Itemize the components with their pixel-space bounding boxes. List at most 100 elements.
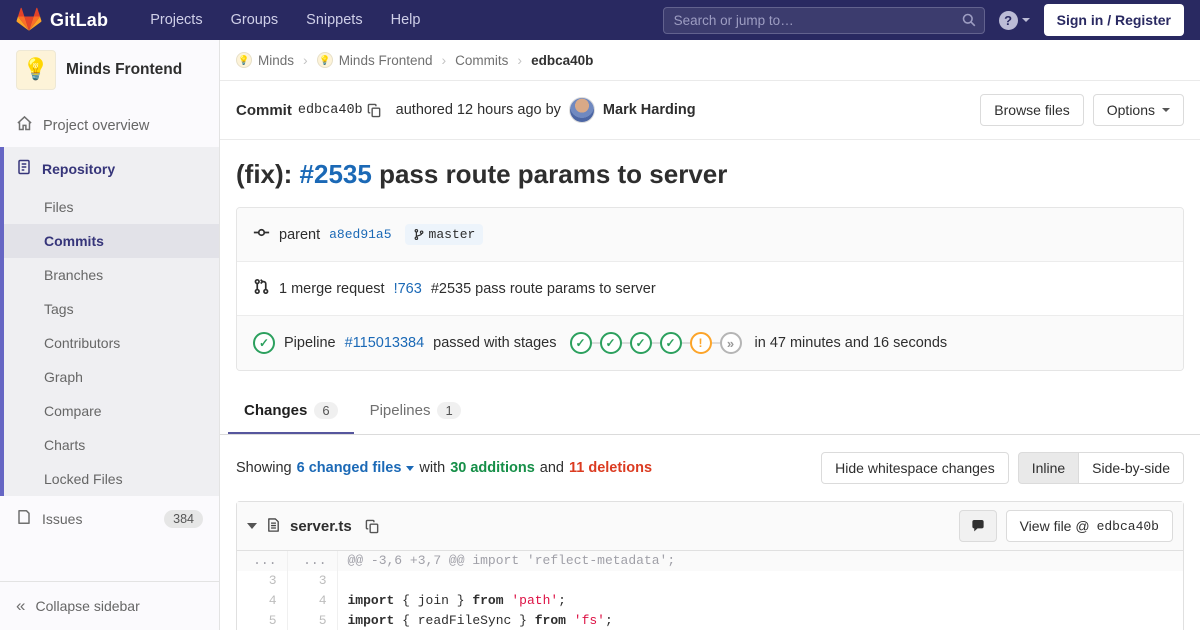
commit-header: Commit edbca40b authored 12 hours ago by…	[220, 81, 1200, 140]
stage-skipped-icon[interactable]: »	[719, 332, 742, 354]
tab-pipelines[interactable]: Pipelines 1	[354, 389, 477, 434]
sidebar-item-commits[interactable]: Commits	[4, 224, 219, 258]
breadcrumb-separator: ›	[303, 52, 308, 68]
chevron-down-icon	[406, 465, 415, 471]
merge-request-icon	[253, 278, 270, 299]
chevron-down-icon	[1162, 108, 1170, 112]
diff-line-row: 4 4 import { join } from 'path';	[237, 591, 1183, 611]
view-file-button[interactable]: View file @ edbca40b	[1005, 510, 1173, 542]
sidebar-item-label: Repository	[42, 160, 116, 177]
project-context-header[interactable]: 💡 Minds Frontend	[0, 40, 219, 104]
inline-view-button[interactable]: Inline	[1017, 452, 1080, 484]
project-avatar: 💡	[16, 50, 56, 90]
sidebar-section-repository: Repository Files Commits Branches Tags C…	[0, 147, 219, 496]
collapse-chevrons-icon: «	[16, 596, 26, 615]
nav-groups[interactable]: Groups	[231, 12, 279, 28]
breadcrumb: 💡 Minds › 💡 Minds Frontend › Commits › e…	[220, 40, 1200, 81]
copy-icon	[367, 103, 381, 117]
search-input[interactable]	[662, 6, 985, 34]
sidebar-item-tags[interactable]: Tags	[4, 292, 219, 326]
stage-passed-icon[interactable]: ✓	[629, 332, 652, 354]
main-content: 💡 Minds › 💡 Minds Frontend › Commits › e…	[220, 0, 1200, 630]
hide-whitespace-button[interactable]: Hide whitespace changes	[821, 452, 1009, 484]
sidebar-item-issues[interactable]: Issues 384	[0, 496, 219, 541]
diff-file-server-ts: server.ts View file @ edbca40b ... ... @…	[236, 501, 1184, 630]
pipeline-row: ✓ Pipeline #115013384 passed with stages…	[237, 315, 1183, 370]
side-by-side-view-button[interactable]: Side-by-side	[1078, 452, 1184, 484]
merge-request-link[interactable]: !763	[394, 281, 422, 297]
search-icon[interactable]	[961, 12, 977, 31]
sidebar-item-project-overview[interactable]: Project overview	[0, 104, 219, 147]
project-avatar-small: 💡	[316, 52, 333, 68]
sidebar-item-files[interactable]: Files	[4, 190, 219, 224]
changed-files-dropdown[interactable]: 6 changed files	[297, 460, 415, 476]
view-mode-toggle: Inline Side-by-side	[1017, 452, 1184, 484]
sidebar-item-graph[interactable]: Graph	[4, 360, 219, 394]
author-name[interactable]: Mark Harding	[603, 102, 696, 118]
deletions-count: 11 deletions	[569, 460, 653, 476]
old-line-number[interactable]: 4	[237, 591, 288, 611]
stage-warning-icon[interactable]: !	[689, 332, 712, 354]
gitlab-brand[interactable]: GitLab	[16, 6, 108, 35]
old-line-number[interactable]: 5	[237, 611, 288, 630]
sidebar-item-label: Issues	[42, 510, 83, 527]
global-search	[662, 6, 985, 34]
parent-label: parent	[279, 226, 321, 243]
new-line-number[interactable]: 4	[287, 591, 338, 611]
sidebar-item-repository[interactable]: Repository	[4, 147, 219, 190]
collapse-sidebar-button[interactable]: « Collapse sidebar	[0, 581, 219, 630]
copy-sha-button[interactable]	[363, 101, 386, 120]
commit-icon	[253, 224, 270, 245]
copy-file-path-button[interactable]	[361, 517, 384, 536]
diff-table: ... ... @@ -3,6 +3,7 @@ import 'reflect-…	[237, 551, 1183, 630]
new-line-number[interactable]: 3	[287, 571, 338, 591]
sign-in-register-button[interactable]: Sign in / Register	[1043, 4, 1184, 36]
nav-help[interactable]: Help	[391, 12, 421, 28]
code-line	[337, 571, 1183, 591]
stage-passed-icon[interactable]: ✓	[569, 332, 592, 354]
breadcrumb-minds-frontend[interactable]: 💡 Minds Frontend	[316, 52, 432, 68]
browse-files-button[interactable]: Browse files	[980, 94, 1084, 126]
pipeline-label: Pipeline	[284, 335, 336, 351]
commit-sha: edbca40b	[297, 102, 363, 118]
new-line-number[interactable]: 5	[287, 611, 338, 630]
pipeline-id-link[interactable]: #115013384	[345, 335, 425, 351]
breadcrumb-separator: ›	[517, 52, 523, 68]
tab-changes[interactable]: Changes 6	[228, 389, 354, 434]
brand-name: GitLab	[50, 9, 109, 30]
branch-ref-chip[interactable]: master	[404, 224, 484, 245]
file-name[interactable]: server.ts	[290, 518, 352, 535]
pipeline-duration: in 47 minutes and 16 seconds	[754, 335, 948, 351]
sidebar-item-compare[interactable]: Compare	[4, 394, 219, 428]
stage-passed-icon[interactable]: ✓	[659, 332, 682, 354]
top-navbar: GitLab Projects Groups Snippets Help ? S…	[0, 0, 1200, 40]
code-line: import { readFileSync } from 'fs';	[347, 613, 613, 628]
sidebar-item-branches[interactable]: Branches	[4, 258, 219, 292]
parent-sha-link[interactable]: a8ed91a5	[329, 227, 391, 242]
authored-text: authored 12 hours ago by	[395, 102, 561, 118]
diff-file-header: server.ts View file @ edbca40b	[237, 502, 1183, 551]
sidebar-item-charts[interactable]: Charts	[4, 428, 219, 462]
options-dropdown-button[interactable]: Options	[1092, 94, 1184, 126]
collapse-file-caret-icon[interactable]	[247, 523, 257, 529]
toggle-comments-button[interactable]	[958, 510, 997, 542]
sidebar-item-locked-files[interactable]: Locked Files	[4, 462, 219, 496]
author-avatar[interactable]	[568, 97, 595, 123]
sidebar-item-contributors[interactable]: Contributors	[4, 326, 219, 360]
commit-label: Commit	[236, 101, 292, 119]
diff-line-row: 3 3	[237, 571, 1183, 591]
diff-hunk-row: ... ... @@ -3,6 +3,7 @@ import 'reflect-…	[237, 551, 1183, 571]
code-line: import { join } from 'path';	[347, 593, 566, 608]
breadcrumb-minds[interactable]: 💡 Minds	[236, 52, 294, 68]
help-menu[interactable]: ?	[998, 10, 1030, 30]
breadcrumb-commits[interactable]: Commits	[455, 53, 508, 68]
nav-snippets[interactable]: Snippets	[306, 12, 362, 28]
stage-passed-icon[interactable]: ✓	[599, 332, 622, 354]
nav-projects[interactable]: Projects	[150, 12, 202, 28]
old-line-number[interactable]: 3	[237, 571, 288, 591]
collapse-label: Collapse sidebar	[35, 598, 140, 614]
issue-link[interactable]: #2535	[300, 159, 372, 189]
sidebar-item-label: Project overview	[43, 117, 150, 134]
file-icon	[266, 517, 281, 536]
pipelines-count-badge: 1	[437, 402, 461, 419]
